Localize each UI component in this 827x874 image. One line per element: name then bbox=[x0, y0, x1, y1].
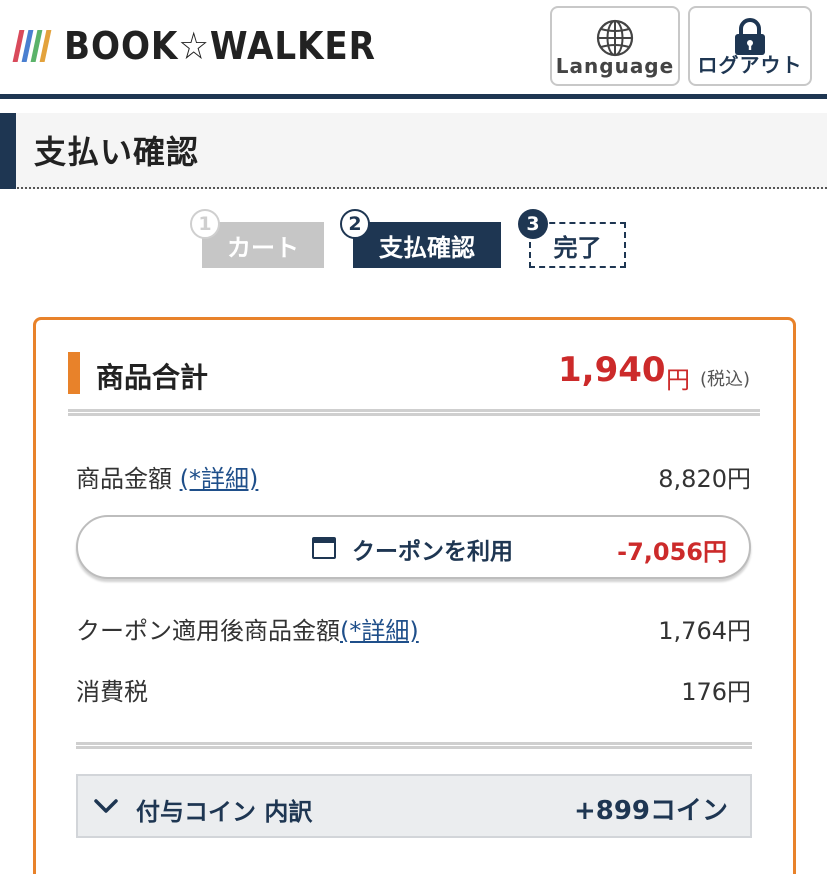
coupon-discount: -7,056円 bbox=[617, 538, 727, 566]
summary-divider bbox=[68, 409, 760, 416]
step-3-number: 3 bbox=[518, 209, 548, 239]
site-header: BOOK☆WALKER Language ログアウト bbox=[0, 0, 827, 94]
page-title: 支払い確認 bbox=[34, 133, 200, 171]
coins-value: +899コイン bbox=[573, 796, 728, 826]
subtotal-detail-link[interactable]: (*詳細) bbox=[180, 465, 259, 493]
step-complete-label: 完了 bbox=[553, 233, 602, 262]
step-2-number: 2 bbox=[340, 209, 370, 239]
tax-label: 消費税 bbox=[76, 678, 148, 706]
coupon-window-icon bbox=[312, 537, 336, 559]
use-coupon-button[interactable]: クーポンを利用 -7,056円 bbox=[76, 515, 751, 579]
subtotal-value: 8,820円 bbox=[658, 465, 751, 493]
coins-divider bbox=[76, 742, 752, 749]
step-confirm-label: 支払確認 bbox=[379, 233, 475, 262]
coupon-button-label: クーポンを利用 bbox=[352, 539, 513, 565]
step-cart: カート bbox=[202, 222, 324, 268]
coins-label: 付与コイン 内訳 bbox=[136, 798, 313, 826]
language-button[interactable]: Language bbox=[550, 6, 680, 86]
logo-text: BOOK☆WALKER bbox=[64, 24, 376, 68]
subtotal-label: 商品金額 bbox=[76, 465, 172, 493]
step-cart-label: カート bbox=[227, 233, 299, 262]
logo-bars-icon bbox=[12, 30, 52, 62]
after-coupon-value: 1,764円 bbox=[658, 617, 751, 645]
bookwalker-logo[interactable]: BOOK☆WALKER bbox=[12, 24, 411, 68]
coins-breakdown-toggle[interactable]: 付与コイン 内訳 +899コイン bbox=[76, 774, 752, 838]
after-coupon-label: クーポン適用後商品金額 bbox=[76, 617, 340, 645]
subtotal-row: 商品金額 (*詳細) bbox=[76, 459, 258, 494]
header-divider bbox=[0, 94, 827, 99]
total-currency: 円 bbox=[666, 366, 690, 394]
page-title-band: 支払い確認 bbox=[0, 113, 827, 189]
summary-accent-bar bbox=[68, 352, 80, 394]
tax-value: 176円 bbox=[681, 678, 751, 706]
total-tax-note: (税込) bbox=[700, 369, 751, 390]
step-confirm-payment: 支払確認 bbox=[353, 222, 501, 268]
title-accent-bar bbox=[0, 113, 16, 189]
logout-button[interactable]: ログアウト bbox=[688, 6, 812, 86]
globe-icon bbox=[595, 18, 635, 62]
step-1-number: 1 bbox=[190, 209, 220, 239]
lock-icon bbox=[732, 18, 768, 60]
total-amount: 1,940 bbox=[558, 350, 666, 390]
after-coupon-row: クーポン適用後商品金額(*詳細) bbox=[76, 611, 419, 646]
after-coupon-detail-link[interactable]: (*詳細) bbox=[340, 617, 419, 645]
chevron-down-icon bbox=[92, 792, 120, 824]
total-label: 商品合計 bbox=[96, 361, 209, 394]
